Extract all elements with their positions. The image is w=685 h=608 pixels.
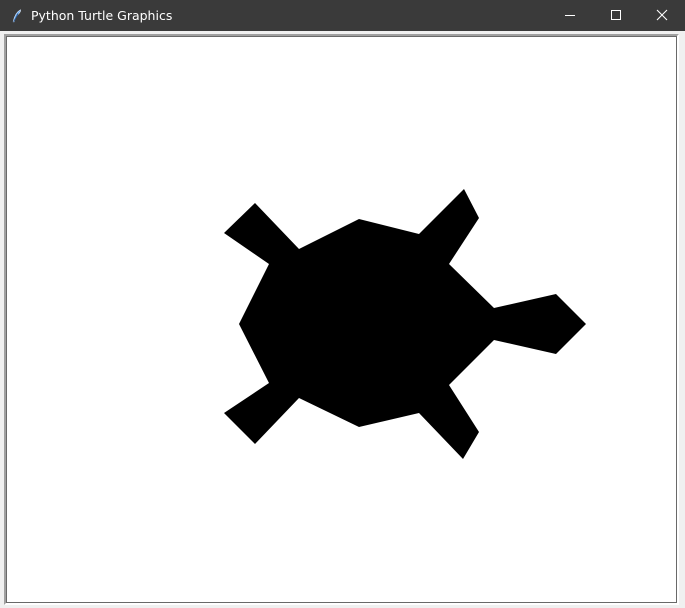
window-content xyxy=(0,31,685,608)
turtle-window: Python Turtle Graphics xyxy=(0,0,685,608)
turtle-shape xyxy=(224,189,586,459)
minimize-button[interactable] xyxy=(547,0,593,31)
maximize-icon xyxy=(610,6,622,25)
maximize-button[interactable] xyxy=(593,0,639,31)
feather-icon xyxy=(10,8,24,23)
close-button[interactable] xyxy=(639,0,685,31)
close-icon xyxy=(656,6,668,25)
title-bar[interactable]: Python Turtle Graphics xyxy=(0,0,685,31)
window-controls xyxy=(547,0,685,31)
minimize-icon xyxy=(564,6,576,25)
canvas-drawing xyxy=(224,189,586,459)
window-title: Python Turtle Graphics xyxy=(31,8,173,23)
turtle-canvas[interactable] xyxy=(4,34,679,605)
